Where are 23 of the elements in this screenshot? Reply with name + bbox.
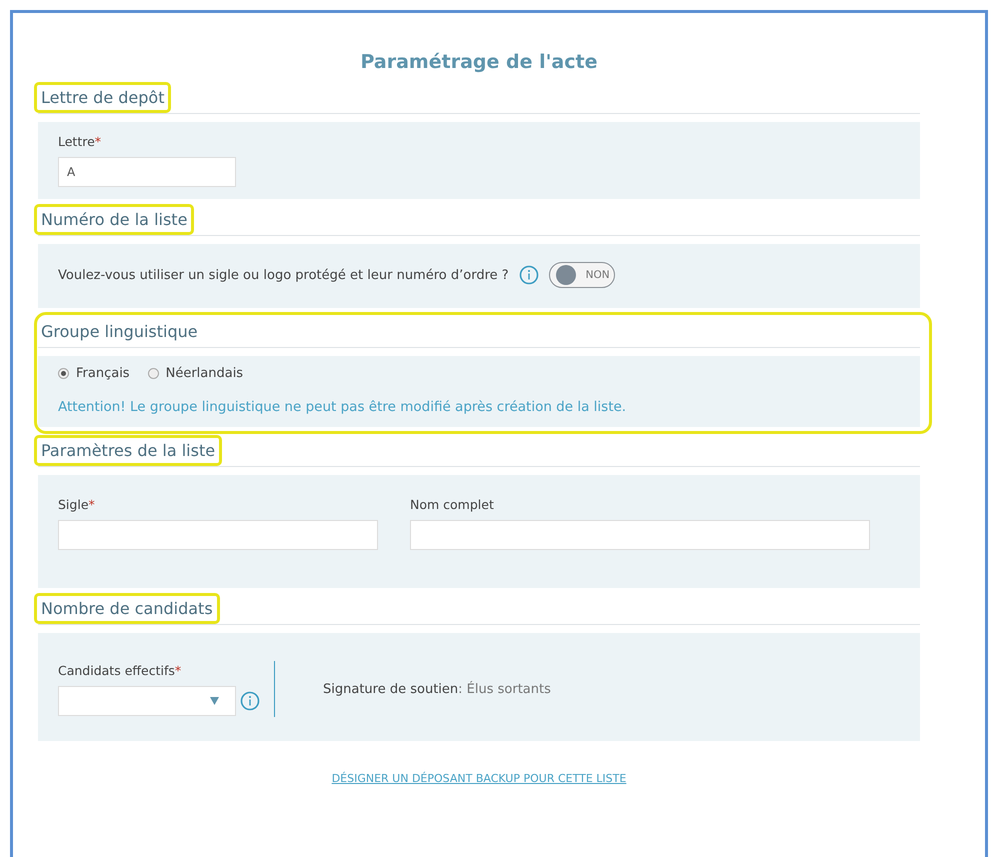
radio-option[interactable]: Néerlandais [148, 366, 244, 381]
field-label: Nom complet [410, 497, 495, 512]
toggle-switch[interactable]: NON [548, 262, 615, 288]
text-input[interactable] [58, 520, 378, 550]
warning-text: Attention! Le groupe linguistique ne peut pas être modifié après création de la liste. [58, 399, 628, 415]
section-heading: Paramètres de la liste [34, 434, 222, 466]
dropdown[interactable] [58, 686, 236, 716]
question-text: Voulez-vous utiliser un sigle ou logo protégé et leur numéro d’ordre ? [58, 268, 509, 282]
section-heading: Nombre de candidats [34, 592, 220, 624]
text-input[interactable] [410, 520, 870, 550]
info-icon[interactable] [518, 265, 539, 285]
field-label: Candidats effectifs* [58, 662, 182, 678]
caret-icon [210, 696, 219, 704]
section-heading: Lettre de depôt [34, 82, 172, 112]
letter-input[interactable]: A [58, 157, 236, 187]
radio-option[interactable]: Français [58, 366, 130, 381]
section-heading: Numéro de la liste [34, 204, 194, 234]
info-icon[interactable] [240, 690, 260, 710]
page-title: Paramétrage de l'acte [360, 51, 598, 73]
signature-text: Signature de soutien: Élus sortants [323, 682, 551, 696]
section-heading: Groupe linguistique [40, 320, 199, 342]
field-label: Sigle* [58, 497, 96, 512]
field-label: Lettre* [58, 134, 102, 149]
